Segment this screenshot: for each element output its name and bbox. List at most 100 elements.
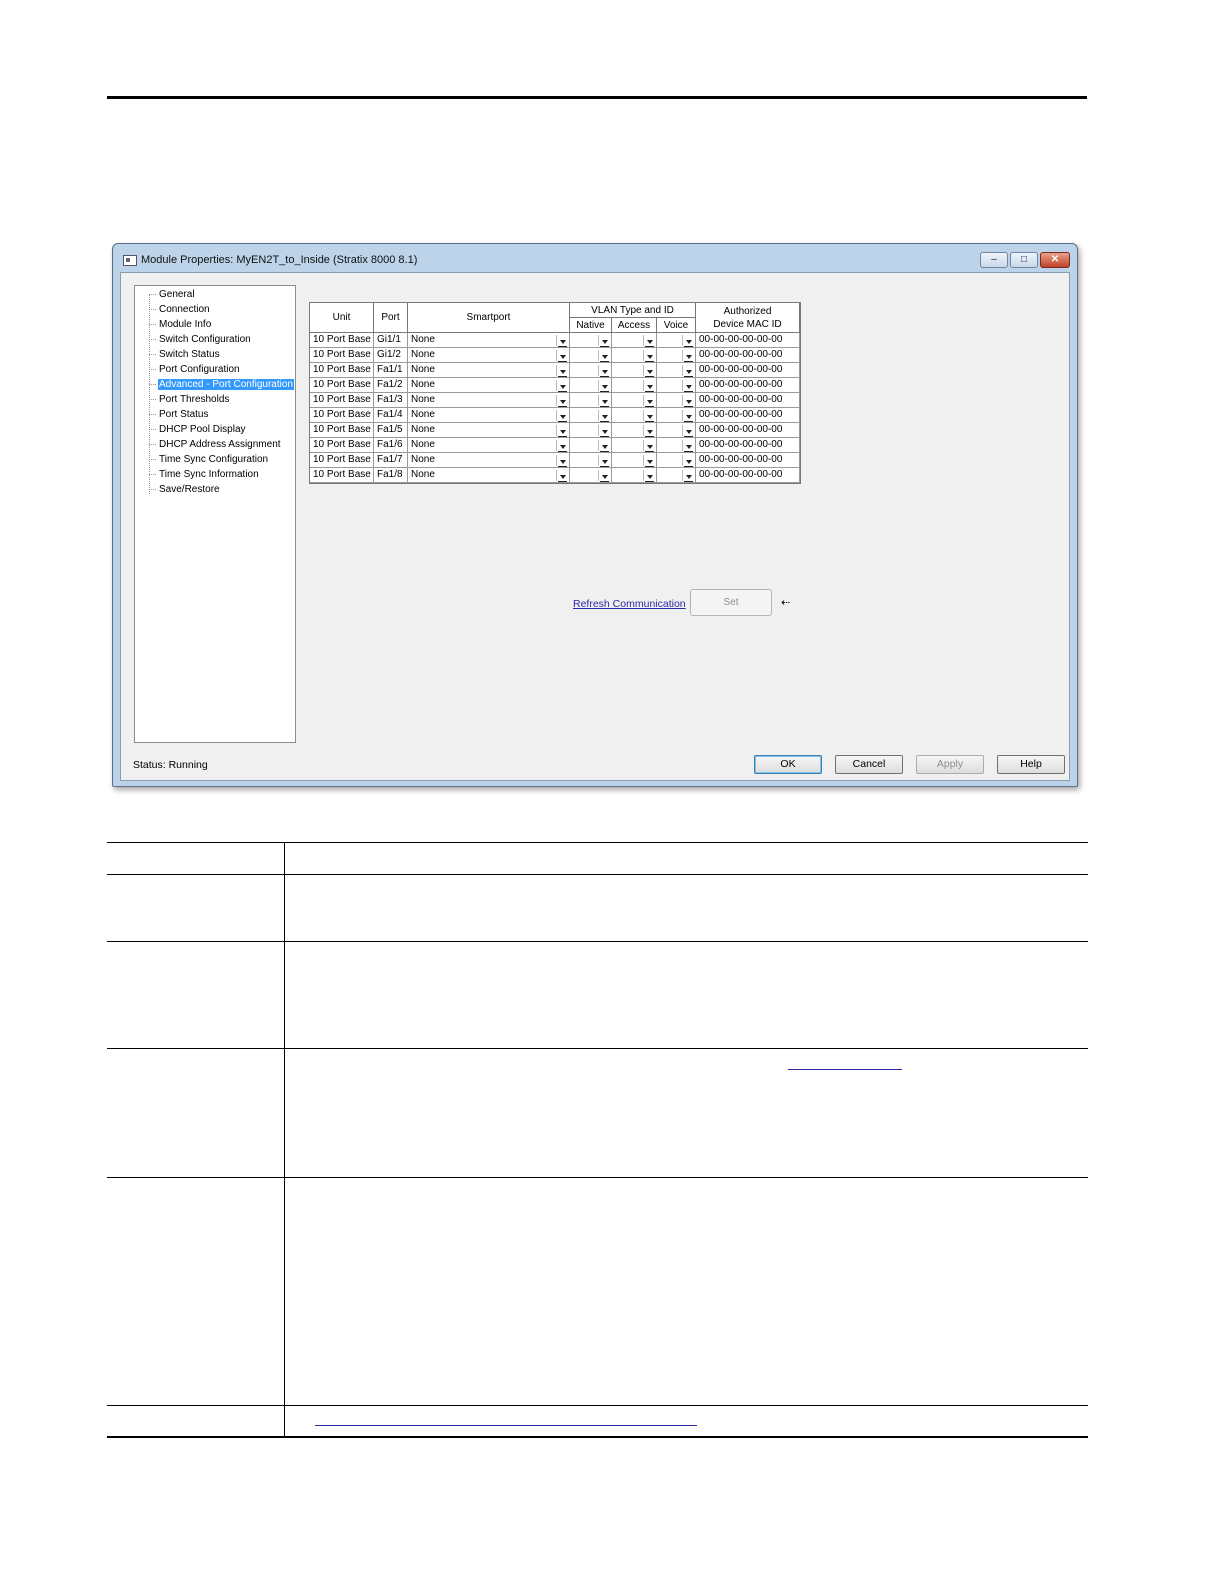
- chevron-down-icon[interactable]: [682, 395, 694, 406]
- smartport-select[interactable]: None: [408, 378, 570, 393]
- chevron-down-icon[interactable]: [598, 470, 610, 481]
- dialog-client-area: General Connection Module Info Switch Confi…: [120, 272, 1070, 781]
- mac-id-field[interactable]: 00-00-00-00-00-00: [696, 438, 800, 453]
- chevron-down-icon[interactable]: [643, 455, 655, 466]
- maximize-button[interactable]: □: [1010, 252, 1038, 268]
- tree-item[interactable]: Advanced - Port Configuration: [149, 378, 294, 391]
- smartport-select[interactable]: None: [408, 393, 570, 408]
- chevron-down-icon[interactable]: [643, 470, 655, 481]
- chevron-down-icon[interactable]: [643, 335, 655, 346]
- table-row: 10 Port Base Fa1/3 None 00-00-00-00-00-00: [310, 393, 800, 408]
- chevron-down-icon[interactable]: [643, 380, 655, 391]
- chevron-down-icon[interactable]: [682, 380, 694, 391]
- mac-id-field[interactable]: 00-00-00-00-00-00: [696, 378, 800, 393]
- table-row: 10 Port Base Fa1/4 None 00-00-00-00-00-00: [310, 408, 800, 423]
- link-underline-1[interactable]: [788, 1069, 902, 1070]
- smartport-select[interactable]: None: [408, 348, 570, 363]
- mac-id-field[interactable]: 00-00-00-00-00-00: [696, 393, 800, 408]
- chevron-down-icon[interactable]: [682, 335, 694, 346]
- smartport-select[interactable]: None: [408, 408, 570, 423]
- tree-branch-line: [149, 383, 156, 385]
- smartport-select[interactable]: None: [408, 423, 570, 438]
- apply-button[interactable]: Apply: [916, 755, 984, 774]
- tree-item[interactable]: Time Sync Information: [149, 468, 260, 481]
- mac-id-field[interactable]: 00-00-00-00-00-00: [696, 363, 800, 378]
- tree-item[interactable]: Save/Restore: [149, 483, 221, 496]
- dropdown-underline: [684, 406, 693, 407]
- chevron-down-icon[interactable]: [643, 350, 655, 361]
- tree-item[interactable]: General: [149, 288, 196, 301]
- port-config-grid: Unit Port Smartport VLAN Type and ID Nat…: [309, 302, 801, 484]
- chevron-down-icon[interactable]: [556, 470, 568, 481]
- dropdown-underline: [645, 406, 654, 407]
- chevron-down-icon[interactable]: [643, 395, 655, 406]
- tree-item[interactable]: Switch Configuration: [149, 333, 252, 346]
- category-tree[interactable]: General Connection Module Info Switch Confi…: [134, 285, 296, 743]
- dropdown-underline: [684, 346, 693, 347]
- chevron-down-icon[interactable]: [682, 470, 694, 481]
- smartport-select[interactable]: None: [408, 438, 570, 453]
- set-button[interactable]: Set: [690, 589, 772, 616]
- link-underline-2[interactable]: [315, 1425, 697, 1426]
- ok-button[interactable]: OK: [754, 755, 822, 774]
- tree-item[interactable]: Module Info: [149, 318, 212, 331]
- chevron-down-icon[interactable]: [598, 425, 610, 436]
- mac-id-field[interactable]: 00-00-00-00-00-00: [696, 453, 800, 468]
- chevron-down-icon[interactable]: [598, 350, 610, 361]
- smartport-select[interactable]: None: [408, 468, 570, 483]
- mac-id-field[interactable]: 00-00-00-00-00-00: [696, 423, 800, 438]
- chevron-down-icon[interactable]: [598, 455, 610, 466]
- close-button[interactable]: ✕: [1040, 252, 1070, 268]
- chevron-down-icon[interactable]: [643, 365, 655, 376]
- minimize-button[interactable]: –: [980, 252, 1008, 268]
- tree-item[interactable]: Time Sync Configuration: [149, 453, 269, 466]
- chevron-down-icon[interactable]: [682, 425, 694, 436]
- chevron-down-icon[interactable]: [556, 440, 568, 451]
- smartport-select[interactable]: None: [408, 333, 570, 348]
- chevron-down-icon[interactable]: [643, 410, 655, 421]
- chevron-down-icon[interactable]: [598, 335, 610, 346]
- chevron-down-icon[interactable]: [598, 380, 610, 391]
- dropdown-underline: [558, 436, 567, 437]
- smartport-select[interactable]: None: [408, 453, 570, 468]
- chevron-down-icon[interactable]: [643, 425, 655, 436]
- tree-item[interactable]: Port Status: [149, 408, 209, 421]
- chevron-down-icon[interactable]: [682, 365, 694, 376]
- chevron-down-icon[interactable]: [598, 410, 610, 421]
- tree-item-label: Time Sync Information: [159, 469, 259, 480]
- tree-item[interactable]: Connection: [149, 303, 211, 316]
- mac-id-field[interactable]: 00-00-00-00-00-00: [696, 408, 800, 423]
- tree-item[interactable]: Port Thresholds: [149, 393, 230, 406]
- chevron-down-icon[interactable]: [556, 350, 568, 361]
- chevron-down-icon[interactable]: [682, 350, 694, 361]
- chevron-down-icon[interactable]: [682, 455, 694, 466]
- tree-item[interactable]: Port Configuration: [149, 363, 241, 376]
- mac-id-field[interactable]: 00-00-00-00-00-00: [696, 468, 800, 483]
- status-text: Status: Running: [133, 759, 208, 771]
- chevron-down-icon[interactable]: [598, 395, 610, 406]
- chevron-down-icon[interactable]: [556, 455, 568, 466]
- tree-item[interactable]: DHCP Address Assignment: [149, 438, 282, 451]
- chevron-down-icon[interactable]: [643, 440, 655, 451]
- chevron-down-icon[interactable]: [556, 425, 568, 436]
- title-bar[interactable]: Module Properties: MyEN2T_to_Inside (Str…: [113, 244, 1077, 272]
- unit-cell: 10 Port Base: [310, 363, 374, 378]
- cancel-button[interactable]: Cancel: [835, 755, 903, 774]
- refresh-communication-link[interactable]: Refresh Communication: [573, 598, 686, 610]
- table-row: 10 Port Base Gi1/2 None 00-00-00-00-00-00: [310, 348, 800, 363]
- mac-id-field[interactable]: 00-00-00-00-00-00: [696, 333, 800, 348]
- tree-item[interactable]: Switch Status: [149, 348, 221, 361]
- mac-id-field[interactable]: 00-00-00-00-00-00: [696, 348, 800, 363]
- chevron-down-icon[interactable]: [682, 440, 694, 451]
- tree-item[interactable]: DHCP Pool Display: [149, 423, 247, 436]
- chevron-down-icon[interactable]: [556, 410, 568, 421]
- help-button[interactable]: Help: [997, 755, 1065, 774]
- smartport-select[interactable]: None: [408, 363, 570, 378]
- chevron-down-icon[interactable]: [556, 335, 568, 346]
- chevron-down-icon[interactable]: [598, 365, 610, 376]
- chevron-down-icon[interactable]: [682, 410, 694, 421]
- chevron-down-icon[interactable]: [556, 380, 568, 391]
- chevron-down-icon[interactable]: [556, 395, 568, 406]
- chevron-down-icon[interactable]: [598, 440, 610, 451]
- chevron-down-icon[interactable]: [556, 365, 568, 376]
